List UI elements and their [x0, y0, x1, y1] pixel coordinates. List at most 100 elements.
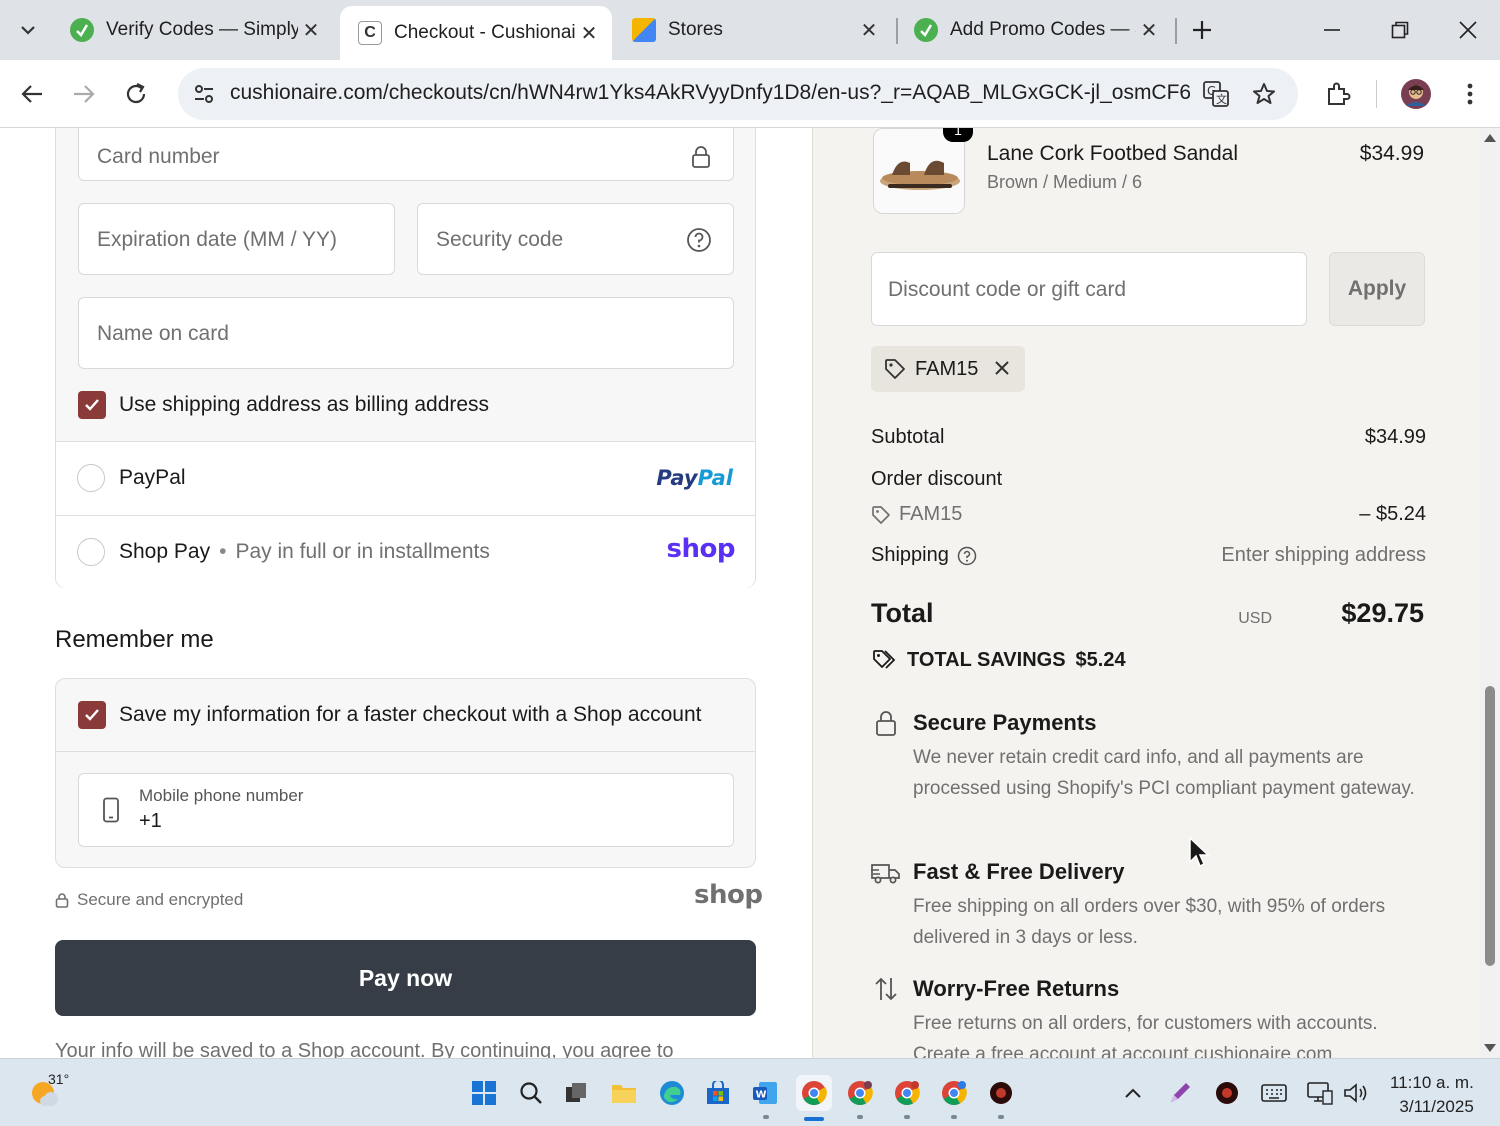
close-icon[interactable]: ✕ [1136, 17, 1162, 43]
pay-now-button[interactable]: Pay now [55, 940, 756, 1016]
bookmark-star-icon[interactable] [1248, 78, 1280, 110]
truck-icon [871, 858, 901, 888]
address-bar[interactable]: cushionaire.com/checkouts/cn/hWN4rw1Yks4… [178, 68, 1298, 120]
chevron-up-icon[interactable] [1115, 1075, 1151, 1111]
quantity-badge: 1 [943, 128, 973, 142]
order-discount-row: Order discount [871, 468, 1426, 491]
edge-browser-icon[interactable] [654, 1075, 690, 1111]
feature-description: Free returns on all orders, for customer… [913, 1013, 1378, 1058]
feature-description: Free shipping on all orders over $30, wi… [913, 896, 1386, 948]
product-name: Lane Cork Footbed Sandal [987, 142, 1239, 165]
task-view-icon[interactable] [558, 1075, 594, 1111]
profile-avatar[interactable] [1396, 74, 1436, 114]
discount-code-label: FAM15 [899, 503, 963, 525]
search-icon[interactable] [513, 1075, 549, 1111]
svg-text:W: W [756, 1090, 767, 1101]
scrollbar-thumb[interactable] [1485, 686, 1495, 966]
chrome-profile-icon[interactable] [889, 1075, 925, 1111]
feature-title: Secure Payments [913, 710, 1097, 735]
shoppay-radio[interactable] [77, 538, 105, 566]
app-icon[interactable] [983, 1075, 1019, 1111]
payment-column: Card number Expiration date (MM / YY) Se… [0, 128, 812, 1058]
extensions-icon[interactable] [1318, 74, 1358, 114]
feature-title: Worry-Free Returns [913, 976, 1120, 1001]
close-icon[interactable]: ✕ [298, 17, 324, 43]
cushionaire-icon: C [358, 21, 382, 45]
windows-start-icon[interactable] [466, 1075, 502, 1111]
expiration-date-field[interactable]: Expiration date (MM / YY) [78, 203, 395, 275]
savings-label: TOTAL SAVINGS [907, 648, 1066, 671]
phone-value[interactable]: +1 [139, 810, 162, 833]
app-tray-icon[interactable] [1209, 1075, 1245, 1111]
order-summary-column: 1 Lane Cork Footbed Sandal Brown / Mediu… [812, 128, 1480, 1058]
help-circle-icon[interactable] [685, 226, 713, 254]
browser-menu-icon[interactable] [1450, 74, 1490, 114]
tab-verify-codes[interactable]: Verify Codes — Simply ✕ [52, 6, 334, 54]
network-icon[interactable] [1302, 1075, 1338, 1111]
restore-button[interactable] [1370, 10, 1430, 50]
microsoft-store-icon[interactable] [700, 1075, 736, 1111]
close-window-button[interactable] [1438, 10, 1498, 50]
order-discount-label: Order discount [871, 468, 1003, 490]
expiration-placeholder: Expiration date (MM / YY) [97, 228, 338, 251]
close-icon[interactable]: ✕ [576, 20, 602, 46]
system-clock[interactable]: 11:10 a. m. 3/11/2025 [1390, 1071, 1474, 1119]
shipping-row: Shipping Enter shipping address [871, 544, 1426, 567]
reload-button[interactable] [116, 74, 156, 114]
tab-checkout[interactable]: C Checkout - Cushionaire ✕ [340, 6, 612, 60]
translate-icon[interactable]: G文 [1200, 78, 1232, 110]
chrome-profile-icon[interactable] [842, 1075, 878, 1111]
clock-date: 3/11/2025 [1399, 1097, 1474, 1116]
chrome-profile-icon[interactable] [936, 1075, 972, 1111]
product-price: $34.99 [1359, 142, 1424, 165]
paypal-option[interactable]: PayPal PayPal [56, 442, 755, 515]
card-number-placeholder: Card number [97, 145, 220, 168]
discount-value: – $5.24 [1359, 503, 1426, 525]
discount-code-input[interactable]: Discount code or gift card [871, 252, 1307, 326]
word-icon[interactable]: W [747, 1075, 783, 1111]
card-number-field[interactable]: Card number [78, 128, 734, 181]
tags-icon [873, 650, 896, 669]
tab-add-promo-codes[interactable]: Add Promo Codes — S ✕ [896, 6, 1172, 54]
restore-icon [1391, 21, 1409, 39]
paypal-radio[interactable] [77, 464, 105, 492]
mouse-cursor-icon [1189, 836, 1210, 868]
url-text[interactable]: cushionaire.com/checkouts/cn/hWN4rw1Yks4… [230, 81, 1190, 105]
name-on-card-field[interactable]: Name on card [78, 297, 734, 369]
savings-value: $5.24 [1075, 648, 1126, 671]
shop-logo: shop [666, 534, 736, 564]
shoppay-option[interactable]: Shop Pay • Pay in full or in installments … [56, 516, 755, 588]
billing-address-checkbox[interactable] [78, 391, 106, 419]
new-tab-button[interactable] [1186, 14, 1218, 46]
mobile-phone-field[interactable]: Mobile phone number +1 [78, 773, 734, 847]
file-explorer-icon[interactable] [606, 1075, 642, 1111]
site-info-icon[interactable] [190, 80, 218, 108]
scroll-up-arrow[interactable] [1484, 134, 1496, 142]
chrome-icon[interactable] [796, 1075, 832, 1111]
forward-button[interactable] [64, 74, 104, 114]
scroll-down-arrow[interactable] [1484, 1044, 1496, 1052]
shoppay-sublabel: Pay in full or in installments [235, 540, 490, 563]
close-icon[interactable]: ✕ [856, 17, 882, 43]
back-button[interactable] [12, 74, 52, 114]
divider [56, 751, 755, 752]
keyboard-icon[interactable] [1256, 1075, 1292, 1111]
pen-icon[interactable] [1162, 1075, 1198, 1111]
minimize-button[interactable] [1302, 10, 1362, 50]
save-info-checkbox[interactable] [78, 701, 106, 729]
page-scrollbar[interactable] [1480, 128, 1500, 1058]
running-indicator [998, 1115, 1004, 1119]
tab-search-button[interactable] [8, 12, 48, 48]
payment-methods-group: Card number Expiration date (MM / YY) Se… [55, 128, 756, 588]
apply-button[interactable]: Apply [1329, 252, 1425, 326]
security-code-placeholder: Security code [436, 228, 564, 251]
billing-address-label: Use shipping address as billing address [119, 393, 490, 416]
save-info-label: Save my information for a faster checkou… [119, 703, 702, 726]
security-code-field[interactable]: Security code [417, 203, 734, 275]
remove-code-icon[interactable] [989, 355, 1015, 381]
help-circle-icon[interactable] [957, 546, 977, 566]
total-savings: TOTAL SAVINGS $5.24 [871, 648, 1126, 672]
product-variant: Brown / Medium / 6 [987, 172, 1143, 192]
volume-icon[interactable] [1338, 1075, 1374, 1111]
tab-stores[interactable]: Stores ✕ [614, 6, 892, 54]
